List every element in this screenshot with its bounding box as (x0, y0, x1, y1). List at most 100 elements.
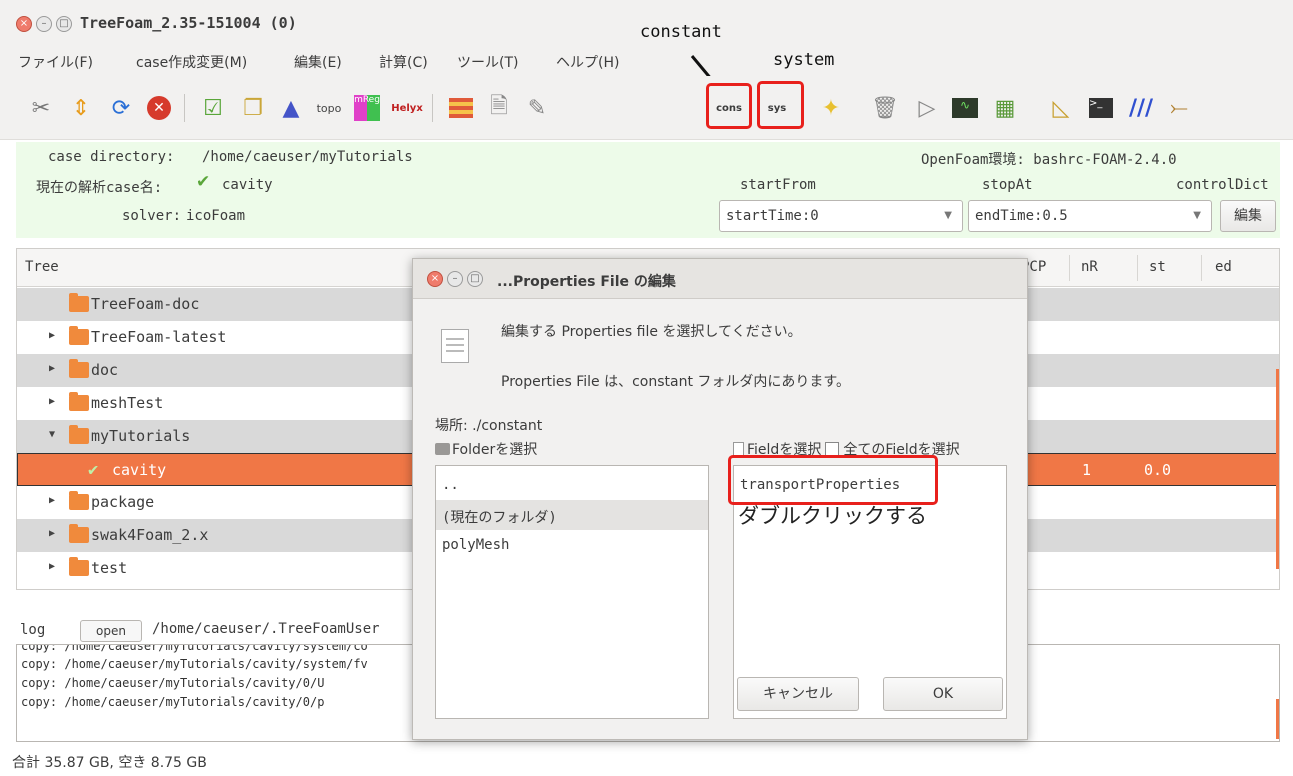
dialog-close-button[interactable]: × (427, 271, 443, 287)
dialog-minimize-button[interactable]: – (447, 271, 463, 287)
ed-column-header[interactable]: ed (1215, 259, 1232, 275)
folder-icon (69, 524, 89, 543)
tree-row-label: TreeFoam-latest (91, 328, 227, 346)
dialog-location: 場所: ./constant (435, 418, 543, 434)
log-label: log (20, 622, 46, 638)
dialog-message-2: Properties File は、constant フォルダ内にあります。 (501, 374, 850, 390)
log-path: /home/caeuser/.TreeFoamUser (152, 621, 380, 637)
folder-icon (69, 425, 89, 444)
case-directory-label: case directory: (48, 149, 175, 165)
tree-scrollbar[interactable] (1276, 369, 1279, 569)
case-name-label: 現在の解析case名: (36, 180, 163, 196)
system-highlight-box (757, 81, 804, 129)
tree-row-label: meshTest (91, 394, 164, 412)
folder-list[interactable]: .. (現在のフォルダ) polyMesh (435, 465, 709, 719)
terminal-icon[interactable]: >_ (1084, 91, 1118, 125)
minimize-window-button[interactable]: – (36, 16, 52, 32)
st-column-header[interactable]: st (1149, 259, 1166, 275)
menu-help[interactable]: ヘルプ(H) (556, 52, 619, 72)
tools-icon[interactable]: ✂ (24, 91, 58, 125)
menu-tools[interactable]: ツール(T) (457, 52, 518, 72)
folder-icon (69, 326, 89, 345)
expander-icon[interactable]: ▼ (49, 429, 55, 440)
start-from-label: startFrom (740, 177, 816, 193)
stop-at-select[interactable]: endTime:0.5 ▼ (968, 200, 1212, 232)
close-window-button[interactable]: × (16, 16, 32, 32)
edit-icon[interactable]: ✎ (520, 91, 554, 125)
new-icon[interactable]: ✦ (814, 91, 848, 125)
folder-select-label: Folderを選択 (435, 439, 537, 459)
nr-column-header[interactable]: nR (1081, 259, 1098, 275)
mesh-icon[interactable]: ▲ (274, 91, 308, 125)
expander-icon[interactable]: ▶ (49, 330, 55, 341)
paraview-icon[interactable]: ◺ (1044, 91, 1078, 125)
case-check-icon: ✔ (88, 460, 99, 480)
maximize-window-button[interactable]: □ (56, 16, 72, 32)
all-fields-checkbox[interactable] (825, 442, 840, 456)
control-dict-edit-button[interactable]: 編集 (1220, 200, 1276, 232)
folder-icon (69, 491, 89, 510)
mreg-icon[interactable]: mReg (350, 91, 384, 125)
tree-row-label: doc (91, 361, 119, 379)
constant-highlight-box (706, 83, 752, 129)
trash-icon[interactable]: 🗑 (868, 91, 902, 125)
folder-icon (69, 557, 89, 576)
control-dict-label: controlDict (1176, 177, 1269, 193)
document-icon (441, 329, 469, 363)
move-icon[interactable]: ⇕ (64, 91, 98, 125)
refresh-icon[interactable]: ⟳ (104, 91, 138, 125)
grid-icon[interactable] (444, 91, 478, 125)
tree-row-label: myTutorials (91, 427, 191, 445)
dialog-maximize-button[interactable]: □ (467, 271, 483, 287)
tree-column-header[interactable]: Tree (25, 259, 59, 275)
log-line: copy: /home/caeuser/myTutorials/cavity/0… (21, 695, 325, 709)
menu-file[interactable]: ファイル(F) (18, 52, 93, 72)
menu-case[interactable]: case作成変更(M) (136, 52, 247, 72)
chart-icon[interactable]: /// (1124, 91, 1158, 125)
window-title: TreeFoam_2.35-151004 (0) (80, 14, 297, 32)
expander-icon[interactable]: ▶ (49, 561, 55, 572)
tree-row-label: package (91, 493, 155, 511)
ok-button[interactable]: OK (883, 677, 1003, 711)
play-icon[interactable]: ▷ (910, 91, 944, 125)
dialog-title: ...Properties File の編集 (497, 274, 676, 290)
monitor-icon[interactable]: ∿ (948, 91, 982, 125)
expander-icon[interactable]: ▶ (49, 396, 55, 407)
stop-at-label: stopAt (982, 177, 1033, 193)
log-open-button[interactable]: open (80, 620, 142, 642)
constant-annotation: constant (640, 22, 722, 42)
menu-bar: ファイル(F) case作成変更(M) 編集(E) 計算(C) ツール(T) ヘ… (0, 44, 1293, 76)
scope-icon[interactable]: ⤚ (1162, 91, 1196, 125)
list-item[interactable]: (現在のフォルダ) (436, 500, 708, 530)
folder-icon (69, 359, 89, 378)
folder-icon (69, 293, 89, 312)
start-from-select[interactable]: startTime:0 ▼ (719, 200, 963, 232)
solver-value: icoFoam (186, 208, 246, 224)
case-directory-value: /home/caeuser/myTutorials (202, 149, 413, 165)
check-icon[interactable]: ☑ (196, 91, 230, 125)
menu-calc[interactable]: 計算(C) (379, 52, 428, 72)
case-info-panel: case directory: /home/caeuser/myTutorial… (16, 142, 1280, 238)
log-scrollbar[interactable] (1276, 699, 1279, 739)
expander-icon[interactable]: ▶ (49, 363, 55, 374)
topo-icon[interactable]: topo (312, 91, 346, 125)
cancel-button[interactable]: キャンセル (737, 677, 859, 711)
list-item[interactable]: polyMesh (436, 530, 708, 560)
copy-icon[interactable]: ❐ (236, 91, 270, 125)
openfoam-env: OpenFoam環境: bashrc-FOAM-2.4.0 (921, 152, 1177, 168)
tree-row-label: cavity (112, 461, 167, 479)
folder-icon (69, 392, 89, 411)
expander-icon[interactable]: ▶ (49, 528, 55, 539)
layout-icon[interactable]: ▦ (988, 91, 1022, 125)
expander-icon[interactable]: ▶ (49, 495, 55, 506)
menu-edit[interactable]: 編集(E) (294, 52, 342, 72)
file-icon (733, 442, 744, 456)
helyx-icon[interactable]: Helyx (390, 91, 424, 125)
list-item[interactable]: .. (436, 470, 708, 500)
stop-icon[interactable]: ✕ (142, 91, 176, 125)
log-line: copy: /home/caeuser/myTutorials/cavity/0… (21, 676, 325, 690)
folder-icon (435, 443, 450, 455)
tree-row-label: TreeFoam-doc (91, 295, 200, 313)
file-icon[interactable]: 🗎 (482, 91, 516, 125)
case-check-icon: ✔ (196, 172, 211, 192)
